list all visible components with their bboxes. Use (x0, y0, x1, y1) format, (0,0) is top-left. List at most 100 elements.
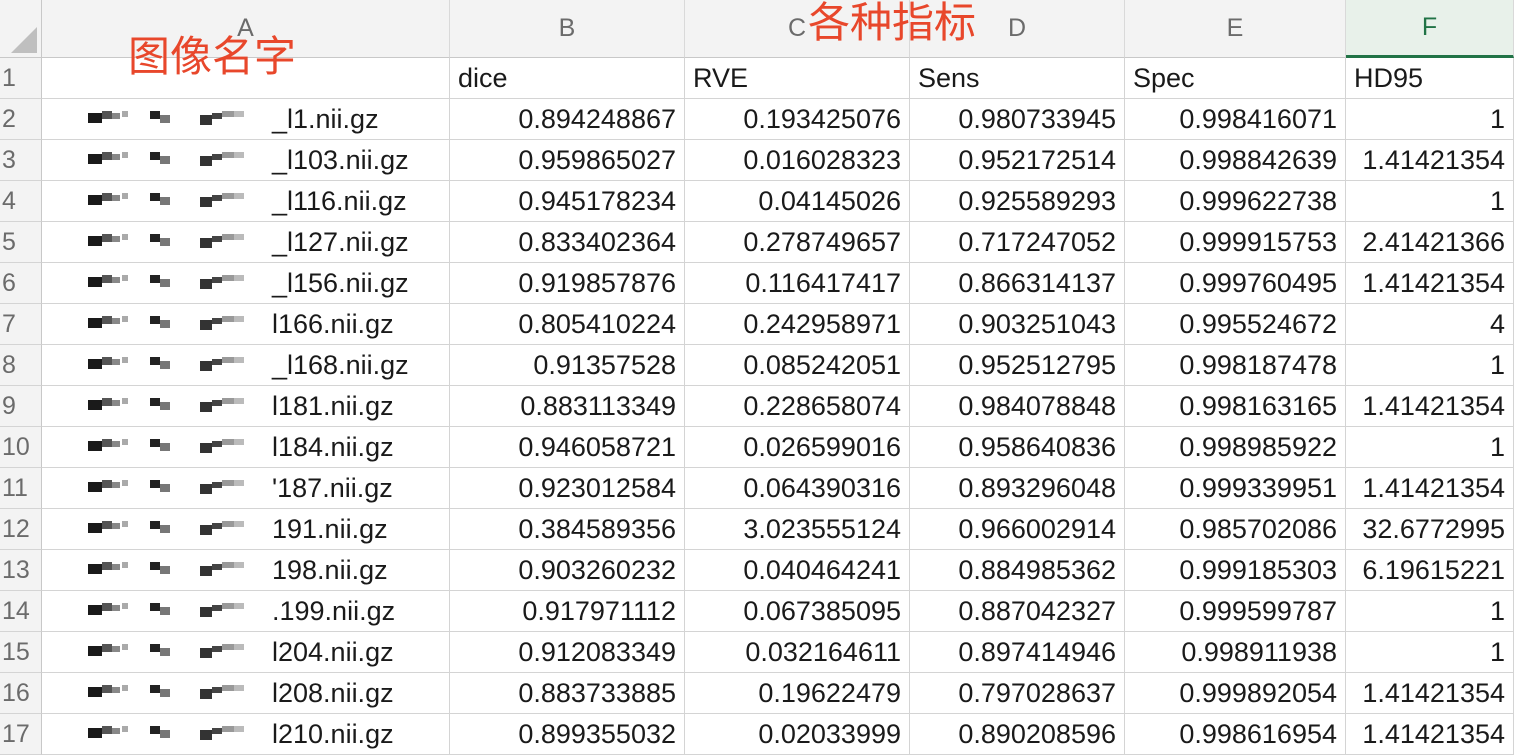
sens-cell[interactable]: 0.887042327 (910, 591, 1125, 632)
rve-cell[interactable]: 0.064390316 (685, 468, 910, 509)
dice-cell[interactable]: 0.945178234 (450, 181, 685, 222)
sens-cell[interactable]: 0.958640836 (910, 427, 1125, 468)
column-header-e[interactable]: E (1125, 0, 1346, 58)
row-number[interactable]: 6 (0, 263, 42, 304)
hd95-cell[interactable]: 1 (1346, 181, 1514, 222)
rve-cell[interactable]: 0.032164611 (685, 632, 910, 673)
column-header-b[interactable]: B (450, 0, 685, 58)
spec-cell[interactable]: 0.998842639 (1125, 140, 1346, 181)
dice-cell[interactable]: 0.946058721 (450, 427, 685, 468)
select-all-corner[interactable] (0, 0, 42, 58)
row-number[interactable]: 5 (0, 222, 42, 263)
rve-cell[interactable]: 0.085242051 (685, 345, 910, 386)
row-number[interactable]: 3 (0, 140, 42, 181)
spec-cell[interactable]: 0.999915753 (1125, 222, 1346, 263)
hd95-cell[interactable]: 1 (1346, 591, 1514, 632)
row-number[interactable]: 15 (0, 632, 42, 673)
sens-cell[interactable]: 0.893296048 (910, 468, 1125, 509)
rve-cell[interactable]: 0.278749657 (685, 222, 910, 263)
hd95-cell[interactable]: 1 (1346, 632, 1514, 673)
row-number[interactable]: 7 (0, 304, 42, 345)
dice-cell[interactable]: 0.923012584 (450, 468, 685, 509)
rve-cell[interactable]: 0.242958971 (685, 304, 910, 345)
rve-cell[interactable]: 0.19622479 (685, 673, 910, 714)
image-name-cell[interactable]: 198.nii.gz (42, 550, 450, 591)
row-number[interactable]: 4 (0, 181, 42, 222)
dice-cell[interactable]: 0.899355032 (450, 714, 685, 755)
sens-cell[interactable]: 0.717247052 (910, 222, 1125, 263)
row-number[interactable]: 14 (0, 591, 42, 632)
hd95-cell[interactable]: 1 (1346, 99, 1514, 140)
hd95-cell[interactable]: 6.19615221 (1346, 550, 1514, 591)
dice-cell[interactable]: 0.917971112 (450, 591, 685, 632)
sens-cell[interactable]: 0.966002914 (910, 509, 1125, 550)
sens-cell[interactable]: 0.897414946 (910, 632, 1125, 673)
sens-cell[interactable]: 0.925589293 (910, 181, 1125, 222)
dice-cell[interactable]: 0.883113349 (450, 386, 685, 427)
spec-cell[interactable]: 0.998163165 (1125, 386, 1346, 427)
image-name-cell[interactable]: 191.nii.gz (42, 509, 450, 550)
spec-cell[interactable]: 0.995524672 (1125, 304, 1346, 345)
row-number[interactable]: 11 (0, 468, 42, 509)
row-number[interactable]: 9 (0, 386, 42, 427)
row-number[interactable]: 8 (0, 345, 42, 386)
sens-cell[interactable]: 0.890208596 (910, 714, 1125, 755)
hd95-cell[interactable]: 1 (1346, 427, 1514, 468)
cell-b1[interactable]: dice (450, 58, 685, 99)
hd95-cell[interactable]: 1.41421354 (1346, 140, 1514, 181)
image-name-cell[interactable]: '187.nii.gz (42, 468, 450, 509)
spec-cell[interactable]: 0.998416071 (1125, 99, 1346, 140)
rve-cell[interactable]: 0.04145026 (685, 181, 910, 222)
rve-cell[interactable]: 0.228658074 (685, 386, 910, 427)
dice-cell[interactable]: 0.919857876 (450, 263, 685, 304)
image-name-cell[interactable]: _l168.nii.gz (42, 345, 450, 386)
row-number[interactable]: 17 (0, 714, 42, 755)
dice-cell[interactable]: 0.912083349 (450, 632, 685, 673)
hd95-cell[interactable]: 2.41421366 (1346, 222, 1514, 263)
dice-cell[interactable]: 0.833402364 (450, 222, 685, 263)
row-number[interactable]: 10 (0, 427, 42, 468)
spec-cell[interactable]: 0.999185303 (1125, 550, 1346, 591)
spec-cell[interactable]: 0.999599787 (1125, 591, 1346, 632)
hd95-cell[interactable]: 32.6772995 (1346, 509, 1514, 550)
hd95-cell[interactable]: 1.41421354 (1346, 673, 1514, 714)
dice-cell[interactable]: 0.894248867 (450, 99, 685, 140)
spec-cell[interactable]: 0.998616954 (1125, 714, 1346, 755)
sens-cell[interactable]: 0.866314137 (910, 263, 1125, 304)
rve-cell[interactable]: 0.026599016 (685, 427, 910, 468)
spec-cell[interactable]: 0.999892054 (1125, 673, 1346, 714)
image-name-cell[interactable]: .199.nii.gz (42, 591, 450, 632)
image-name-cell[interactable]: _l116.nii.gz (42, 181, 450, 222)
rve-cell[interactable]: 3.023555124 (685, 509, 910, 550)
dice-cell[interactable]: 0.903260232 (450, 550, 685, 591)
spec-cell[interactable]: 0.999339951 (1125, 468, 1346, 509)
dice-cell[interactable]: 0.805410224 (450, 304, 685, 345)
dice-cell[interactable]: 0.883733885 (450, 673, 685, 714)
dice-cell[interactable]: 0.959865027 (450, 140, 685, 181)
hd95-cell[interactable]: 1.41421354 (1346, 386, 1514, 427)
rve-cell[interactable]: 0.016028323 (685, 140, 910, 181)
dice-cell[interactable]: 0.384589356 (450, 509, 685, 550)
hd95-cell[interactable]: 1.41421354 (1346, 714, 1514, 755)
row-number[interactable]: 13 (0, 550, 42, 591)
rve-cell[interactable]: 0.193425076 (685, 99, 910, 140)
row-number[interactable]: 1 (0, 58, 42, 99)
spec-cell[interactable]: 0.985702086 (1125, 509, 1346, 550)
sens-cell[interactable]: 0.980733945 (910, 99, 1125, 140)
rve-cell[interactable]: 0.116417417 (685, 263, 910, 304)
image-name-cell[interactable]: l181.nii.gz (42, 386, 450, 427)
spec-cell[interactable]: 0.998187478 (1125, 345, 1346, 386)
image-name-cell[interactable]: _l127.nii.gz (42, 222, 450, 263)
rve-cell[interactable]: 0.067385095 (685, 591, 910, 632)
spec-cell[interactable]: 0.999622738 (1125, 181, 1346, 222)
image-name-cell[interactable]: _l1.nii.gz (42, 99, 450, 140)
hd95-cell[interactable]: 1.41421354 (1346, 468, 1514, 509)
rve-cell[interactable]: 0.02033999 (685, 714, 910, 755)
sens-cell[interactable]: 0.884985362 (910, 550, 1125, 591)
image-name-cell[interactable]: _l103.nii.gz (42, 140, 450, 181)
row-number[interactable]: 2 (0, 99, 42, 140)
column-header-f[interactable]: F (1346, 0, 1514, 58)
sens-cell[interactable]: 0.984078848 (910, 386, 1125, 427)
sens-cell[interactable]: 0.952172514 (910, 140, 1125, 181)
dice-cell[interactable]: 0.91357528 (450, 345, 685, 386)
